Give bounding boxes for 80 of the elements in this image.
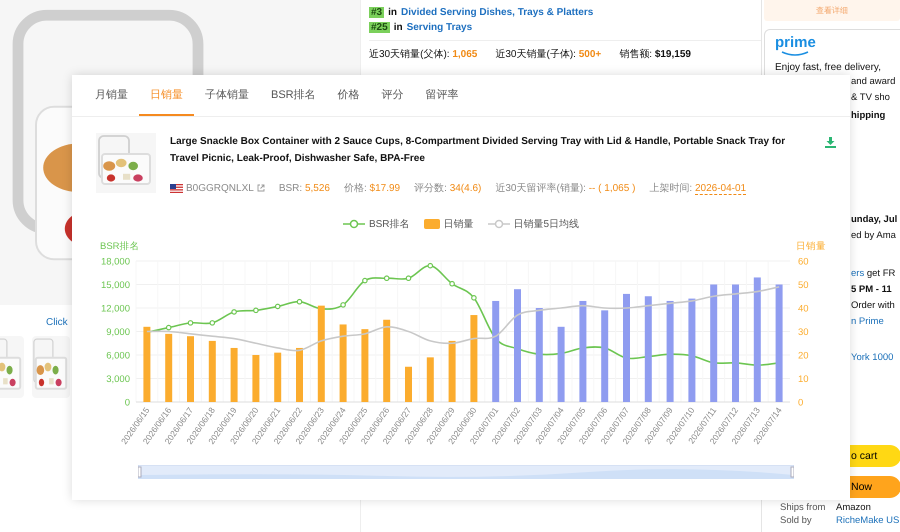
text-line: get FR xyxy=(866,268,896,279)
axis-tick-label: 20 xyxy=(798,350,809,362)
bar xyxy=(165,334,172,402)
stat-label: 近30天留评率(销量): xyxy=(495,183,586,194)
stat-label: 销售额: xyxy=(619,49,652,60)
delivery-text: Enjoy fast, free delivery, xyxy=(775,61,882,75)
bar xyxy=(405,366,412,402)
point xyxy=(471,295,477,301)
download-icon[interactable] xyxy=(825,137,836,148)
stat-value: 500+ xyxy=(578,49,602,60)
stat-value: 34(4.6) xyxy=(450,183,482,194)
tab[interactable]: 评分 xyxy=(370,75,415,116)
text-line: & TV sho xyxy=(851,91,891,105)
bar xyxy=(230,348,238,402)
point xyxy=(428,262,434,268)
axis-tick-label: 30 xyxy=(798,327,809,338)
stat-value: 1,065 xyxy=(452,49,478,60)
seller-value: Amazon xyxy=(836,502,871,513)
link[interactable]: York 1000 xyxy=(851,351,900,365)
stat-value: $17.99 xyxy=(370,183,400,194)
axis-tick-label: 60 xyxy=(798,256,809,268)
category-link[interactable]: Serving Trays xyxy=(406,22,472,33)
text-line: unday, Jul xyxy=(851,213,898,227)
text-line: and award xyxy=(851,75,896,89)
rank-badge: #3 xyxy=(369,7,384,18)
bar xyxy=(274,352,282,402)
text-line: Order with xyxy=(851,299,896,313)
bar xyxy=(208,340,216,402)
legend-label[interactable]: 日销量 xyxy=(444,217,474,231)
buy-now-button[interactable]: Now xyxy=(847,476,900,498)
axis-tick-label: 0 xyxy=(798,398,804,408)
stat-value: $19,159 xyxy=(654,49,691,60)
point xyxy=(253,308,259,314)
stat-value: -- ( 1,065 ) xyxy=(588,183,636,194)
text-line: hipping xyxy=(851,109,886,123)
axis-title: 日销量 xyxy=(796,241,826,252)
axis-tick-label: 40 xyxy=(798,304,809,314)
legend-label[interactable]: 日销量5日均线 xyxy=(514,217,580,231)
axis-tick-label: 6,000 xyxy=(106,350,130,362)
rank-badge: #25 xyxy=(369,22,390,33)
bar xyxy=(296,348,303,402)
tab[interactable]: 留评率 xyxy=(414,75,470,116)
bar xyxy=(448,340,456,402)
axis-tick-label: 10 xyxy=(798,374,809,385)
seller-label: Ships from xyxy=(780,502,826,513)
in-text: in xyxy=(394,22,403,33)
add-to-cart-button[interactable]: o cart xyxy=(847,445,900,467)
stat-value: 2026-04-01 xyxy=(694,183,746,195)
prime-logo: prime xyxy=(775,34,816,57)
point xyxy=(384,275,390,282)
axis-tick-label: 50 xyxy=(798,280,809,291)
point xyxy=(231,309,237,315)
point xyxy=(188,320,194,326)
range-slider[interactable] xyxy=(138,465,794,479)
point xyxy=(166,324,172,330)
text-line: ed by Ama xyxy=(851,229,897,243)
axis-tick-label: 12,000 xyxy=(100,304,130,314)
point xyxy=(362,278,368,284)
stat-label: 近30天销量(父体): xyxy=(369,49,450,60)
point xyxy=(449,280,455,287)
category-link[interactable]: Divided Serving Dishes, Trays & Platters xyxy=(401,7,594,18)
stat-label: 评分数: xyxy=(414,183,447,194)
link[interactable]: ers xyxy=(851,268,864,279)
axis-tick-label: 3,000 xyxy=(106,374,130,385)
legend-label[interactable]: BSR排名 xyxy=(368,217,410,231)
bar xyxy=(252,355,260,402)
seller-label: Sold by xyxy=(780,515,813,526)
point xyxy=(406,275,412,282)
link[interactable]: n Prime xyxy=(851,315,900,329)
seller-link[interactable]: RicheMake US xyxy=(836,515,900,526)
bar xyxy=(187,336,194,402)
point xyxy=(274,304,280,310)
axis-tick-label: 0 xyxy=(124,398,130,408)
bar xyxy=(426,357,434,402)
stat-label: 近30天销量(子体): xyxy=(495,49,576,60)
point xyxy=(210,320,216,326)
axis-tick-label: 9,000 xyxy=(106,327,130,338)
stat-label: 上架时间: xyxy=(649,183,692,194)
in-text: in xyxy=(388,7,398,18)
text-line: 5 PM - 11 xyxy=(851,283,893,297)
